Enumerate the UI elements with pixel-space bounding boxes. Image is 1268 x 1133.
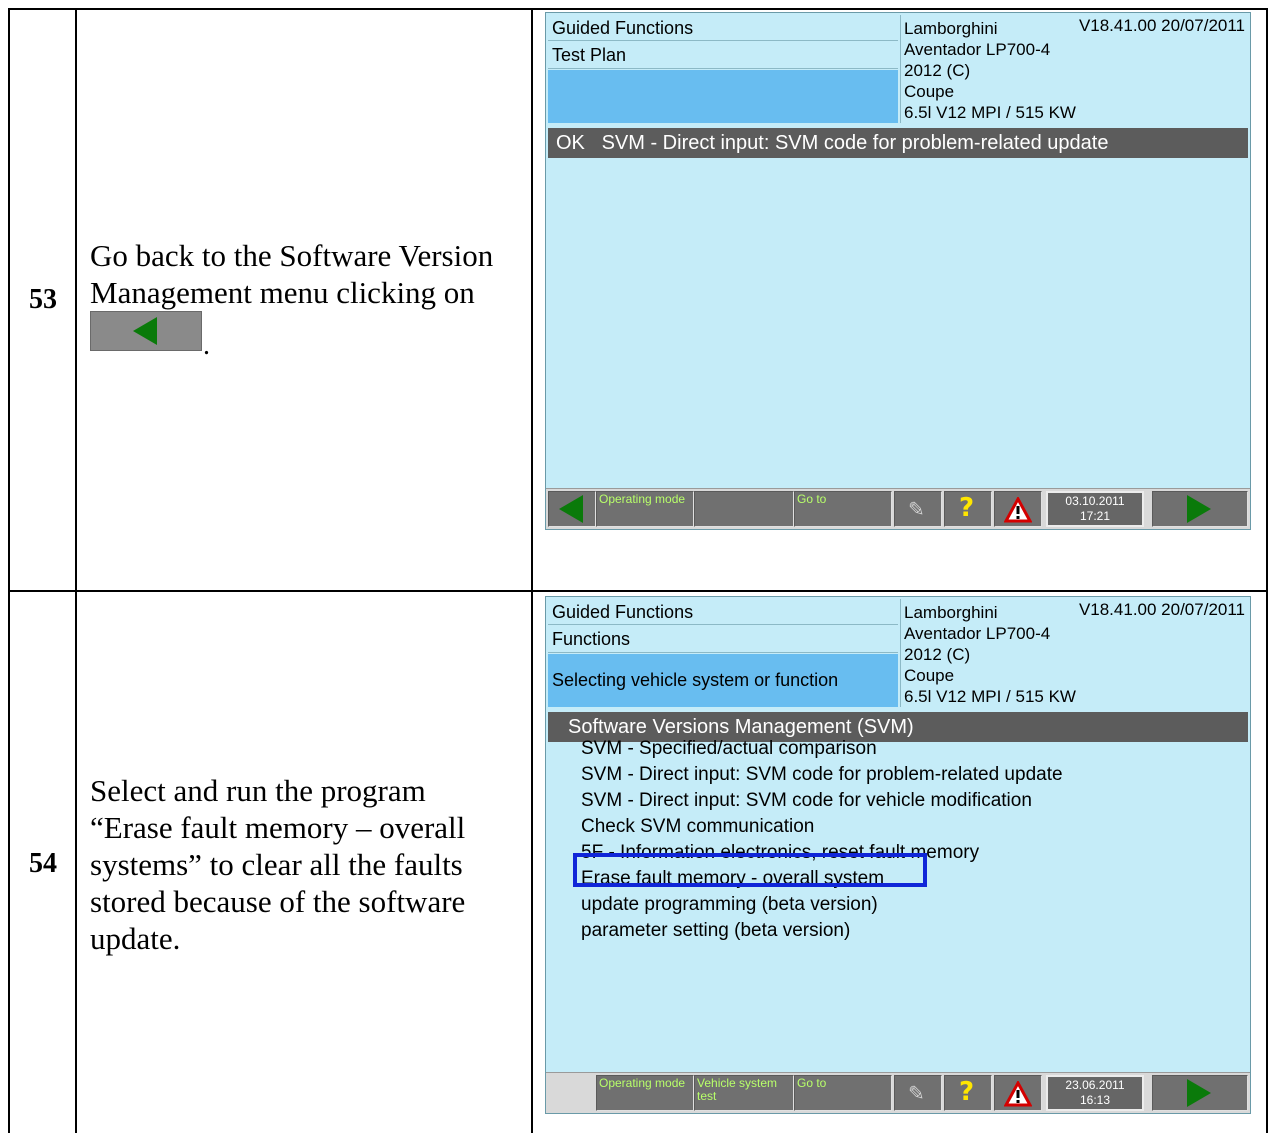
vehicle-make: Lamborghini <box>904 603 998 622</box>
time-text: 17:21 <box>1079 509 1111 523</box>
table-border-top <box>8 8 1268 10</box>
instruction-line: “Erase fault memory – overall <box>90 810 466 845</box>
menu-item[interactable]: parameter setting (beta version) <box>581 918 850 944</box>
table-col-divider-2 <box>531 8 533 1133</box>
vehicle-body: Coupe <box>904 666 955 685</box>
question-icon: ? <box>959 493 975 523</box>
back-arrow-icon <box>133 317 157 345</box>
vehicle-year: 2012 (C) <box>904 61 971 80</box>
vehicle-model: Aventador LP700-4 <box>904 624 1051 643</box>
time-text: 16:13 <box>1079 1093 1111 1107</box>
vehicle-info: V18.41.00 20/07/2011 Lamborghini Aventad… <box>900 15 1249 123</box>
warning-icon <box>1004 497 1032 523</box>
instruction-line: Select and run the program <box>90 773 426 808</box>
operating-mode-label: Operating mode <box>599 1076 686 1090</box>
go-to-button[interactable]: Go to <box>794 1075 892 1111</box>
back-button[interactable] <box>548 491 596 527</box>
menu-item[interactable]: update programming (beta version) <box>581 892 878 918</box>
vehicle-system-test-button[interactable]: Vehicle system test <box>694 1075 794 1111</box>
software-version: V18.41.00 20/07/2011 <box>1078 600 1245 619</box>
menu-item[interactable]: SVM - Specified/actual comparison <box>581 736 877 762</box>
header-line-1: Guided Functions <box>548 599 898 625</box>
forward-arrow-icon <box>1187 1079 1211 1107</box>
header-left: Guided Functions Test Plan <box>546 13 898 125</box>
vehicle-engine: 6.5l V12 MPI / 515 KW <box>904 103 1076 122</box>
instruction-text: Go back to the Software Version Manageme… <box>90 237 525 311</box>
vehicle-engine: 6.5l V12 MPI / 515 KW <box>904 687 1076 706</box>
date-display: 03.10.2011 17:21 <box>1046 491 1144 527</box>
back-arrow-icon <box>559 495 583 523</box>
go-to-label: Go to <box>797 1076 827 1090</box>
header-line-3: Selecting vehicle system or function <box>548 654 898 707</box>
vehicle-body: Coupe <box>904 82 955 101</box>
menu-item[interactable]: SVM - Direct input: SVM code for vehicle… <box>581 788 1032 814</box>
header-left: Guided Functions Functions Selecting veh… <box>546 597 898 709</box>
vehicle-info: V18.41.00 20/07/2011 Lamborghini Aventad… <box>900 599 1249 707</box>
warning-button[interactable] <box>994 491 1042 527</box>
print-icon: ✎ <box>908 1083 925 1105</box>
vehicle-system-test-label: Vehicle system test <box>697 1076 778 1103</box>
header-line-3 <box>548 70 898 123</box>
operating-mode-button[interactable]: Operating mode <box>596 491 694 527</box>
warning-button[interactable] <box>994 1075 1042 1111</box>
software-version: V18.41.00 20/07/2011 <box>1078 16 1245 35</box>
back-button-image <box>90 311 202 351</box>
operating-mode-button[interactable]: Operating mode <box>596 1075 694 1111</box>
table-col-divider-1 <box>75 8 77 1133</box>
go-to-label: Go to <box>797 492 827 506</box>
help-button[interactable]: ? <box>944 1075 992 1111</box>
go-to-button[interactable]: Go to <box>794 491 892 527</box>
print-button[interactable]: ✎ <box>894 491 942 527</box>
instruction-line: Go back to the Software Version <box>90 238 494 273</box>
title-bar: OK SVM - Direct input: SVM code for prob… <box>548 128 1248 158</box>
forward-button[interactable] <box>1152 1075 1248 1111</box>
vehicle-model: Aventador LP700-4 <box>904 40 1051 59</box>
step-number: 54 <box>29 848 57 879</box>
step-number: 53 <box>29 284 57 315</box>
forward-arrow-icon <box>1187 495 1211 523</box>
header-line-1: Guided Functions <box>548 15 898 41</box>
menu-item[interactable]: SVM - Direct input: SVM code for problem… <box>581 762 1063 788</box>
toolbar: Operating mode Go to ✎ ? 03.10.2011 17:2… <box>546 488 1250 529</box>
diagnostic-screen: Guided Functions Functions Selecting veh… <box>545 596 1251 1114</box>
toolbar-empty-button[interactable] <box>694 491 794 527</box>
vehicle-make: Lamborghini <box>904 19 998 38</box>
instruction-line: systems” to clear all the faults <box>90 847 463 882</box>
date-text: 23.06.2011 <box>1065 1078 1125 1092</box>
diagnostic-screen: Guided Functions Test Plan V18.41.00 20/… <box>545 12 1251 530</box>
instruction-period: . <box>203 330 210 361</box>
vehicle-year: 2012 (C) <box>904 645 971 664</box>
operating-mode-label: Operating mode <box>599 492 686 506</box>
selection-highlight-box <box>573 853 927 887</box>
date-display: 23.06.2011 16:13 <box>1046 1075 1144 1111</box>
help-button[interactable]: ? <box>944 491 992 527</box>
instruction-line: stored because of the software <box>90 884 466 919</box>
instruction-line: update. <box>90 921 181 956</box>
forward-button[interactable] <box>1152 491 1248 527</box>
toolbar: Operating mode Vehicle system test Go to… <box>546 1072 1250 1113</box>
print-button[interactable]: ✎ <box>894 1075 942 1111</box>
instruction-line: Management menu clicking on <box>90 275 475 310</box>
warning-icon <box>1004 1081 1032 1107</box>
header-line-2: Functions <box>548 626 898 653</box>
menu-item[interactable]: Check SVM communication <box>581 814 814 840</box>
table-row-divider <box>8 590 1268 592</box>
table-border-left <box>8 8 10 1133</box>
question-icon: ? <box>959 1077 975 1107</box>
instruction-text: Select and run the program “Erase fault … <box>90 772 525 957</box>
header-line-2: Test Plan <box>548 42 898 69</box>
date-text: 03.10.2011 <box>1065 494 1125 508</box>
print-icon: ✎ <box>908 499 925 521</box>
